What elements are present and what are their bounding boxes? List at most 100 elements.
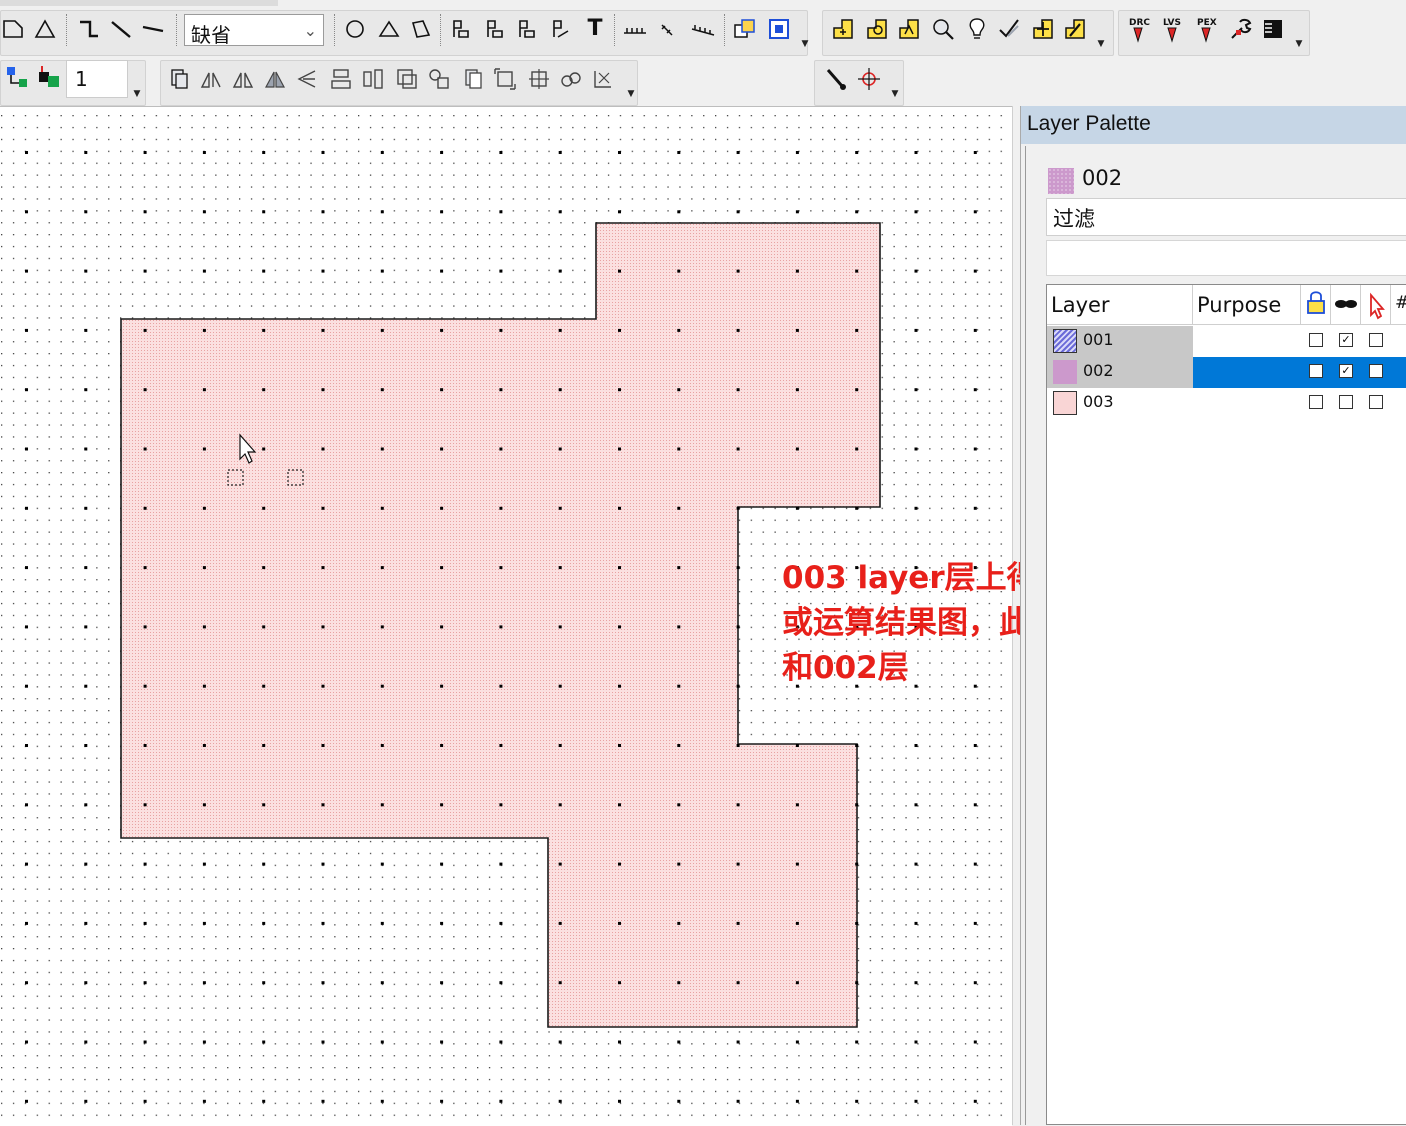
stack-icon[interactable] [460, 66, 486, 92]
secondary-toolbar: 1 ▼ ▼ ▼ [0, 56, 1406, 108]
measure-icon[interactable] [590, 66, 616, 92]
rotate-left-icon[interactable] [294, 66, 320, 92]
rect-draw-icon[interactable] [0, 16, 26, 42]
current-layer-name: 002 [1082, 166, 1123, 190]
polygon-draw-icon[interactable] [32, 16, 58, 42]
column-header-selectable[interactable] [1361, 285, 1391, 325]
wire-draw-icon[interactable] [140, 16, 166, 42]
toolbar-separator [176, 14, 179, 46]
layer-swatch-001 [1053, 329, 1077, 353]
column-header-purpose[interactable]: Purpose [1193, 285, 1301, 325]
align-middle-icon[interactable] [360, 66, 386, 92]
layer-row-002[interactable]: 002 ✓ [1047, 357, 1406, 388]
hierarchy-level-value: 1 [75, 67, 88, 91]
wrench-cell-icon[interactable] [1062, 16, 1088, 42]
toolbar-separator [614, 14, 617, 46]
text-icon[interactable]: T [582, 16, 608, 42]
layer-palette: Layer Palette 002 过滤 Layer Purpose # [1020, 106, 1406, 1125]
toolbar-overflow-icon[interactable]: ▼ [626, 88, 636, 100]
circle-draw-icon[interactable] [342, 16, 368, 42]
layer-palette-titlebar[interactable]: Layer Palette [1021, 106, 1406, 144]
toolbar-separator [66, 14, 69, 46]
net-highlight-icon[interactable] [856, 66, 882, 92]
hierarchy-up-icon[interactable] [36, 64, 62, 90]
center-cell-icon[interactable] [526, 66, 552, 92]
layer-table: Layer Purpose # 001 ✓ [1046, 284, 1406, 1125]
main-toolbar: 缺省 ⌄ T ▼ ▼ DRC LVS PEX ▼ [0, 6, 1406, 58]
ruler-icon-2[interactable] [656, 16, 682, 42]
ruler-icon-1[interactable] [622, 16, 648, 42]
cell-icon-2[interactable] [864, 16, 890, 42]
align-center-icon[interactable] [328, 66, 354, 92]
select-box-icon[interactable] [766, 16, 792, 42]
layer-visible-checkbox[interactable]: ✓ [1339, 364, 1353, 378]
toolbar-overflow-icon[interactable]: ▼ [1096, 38, 1106, 50]
hierarchy-down-icon[interactable] [4, 64, 30, 90]
layer-palette-title: Layer Palette [1027, 112, 1151, 135]
toolbar-separator [334, 14, 337, 46]
layer-visible-checkbox[interactable]: ✓ [1339, 333, 1353, 347]
pin-icon-4[interactable] [548, 16, 574, 42]
layer-swatch-003 [1053, 391, 1077, 415]
layer-filter-field[interactable]: 过滤 [1046, 198, 1406, 236]
layer-selectable-checkbox[interactable] [1369, 333, 1383, 347]
group-icon[interactable] [394, 66, 420, 92]
drc-label: DRC [1129, 18, 1150, 28]
path-draw-icon[interactable] [76, 16, 102, 42]
pin-icon-2[interactable] [482, 16, 508, 42]
triangle-draw-icon[interactable] [376, 16, 402, 42]
pin-icon-1[interactable] [448, 16, 474, 42]
pin-icon-3[interactable] [514, 16, 540, 42]
current-layer-swatch[interactable] [1048, 168, 1074, 194]
layer-name: 001 [1083, 330, 1114, 349]
ruler-icon-3[interactable] [690, 16, 716, 42]
layer-selectable-checkbox[interactable] [1369, 395, 1383, 409]
mirror-x-icon[interactable] [198, 66, 224, 92]
link-icon[interactable] [558, 66, 584, 92]
drc-icon[interactable]: DRC [1128, 16, 1154, 43]
cell-icon-3[interactable] [896, 16, 922, 42]
black-box-icon[interactable] [1260, 16, 1286, 42]
layer-row-003[interactable]: 003 [1047, 388, 1406, 419]
toolbar-separator [440, 14, 443, 46]
bounding-box-icon[interactable] [492, 66, 518, 92]
layer-filter-secondary-field[interactable] [1046, 240, 1406, 276]
lock-icon [1307, 291, 1325, 314]
hierarchy-level-field[interactable]: 1 [66, 60, 128, 98]
column-header-label: Layer [1051, 293, 1110, 317]
toolbar-overflow-icon[interactable]: ▼ [800, 38, 810, 50]
lvs-icon[interactable]: LVS [1162, 16, 1188, 43]
check-edit-icon[interactable] [996, 16, 1022, 42]
layer-lock-checkbox[interactable] [1309, 395, 1323, 409]
cell-icon-1[interactable] [830, 16, 856, 42]
layer-row-001[interactable]: 001 ✓ [1047, 326, 1406, 357]
copy-icon[interactable] [166, 66, 192, 92]
ungroup-icon[interactable] [426, 66, 452, 92]
style-combo-value: 缺省 [191, 23, 231, 47]
line-draw-icon[interactable] [108, 16, 134, 42]
layer-lock-checkbox[interactable] [1309, 333, 1323, 347]
style-combo[interactable]: 缺省 ⌄ [184, 14, 324, 47]
pex-icon[interactable]: PEX [1196, 16, 1222, 43]
layer-selectable-checkbox[interactable] [1369, 364, 1383, 378]
align-cell-icon[interactable] [1030, 16, 1056, 42]
toolbar-overflow-icon[interactable]: ▼ [132, 88, 142, 100]
copy-view-icon[interactable] [732, 16, 758, 42]
layer-visible-checkbox[interactable] [1339, 395, 1353, 409]
visibility-icon [1335, 300, 1357, 308]
flip-icon[interactable] [262, 66, 288, 92]
column-header-lock[interactable] [1301, 285, 1331, 325]
column-header-layer[interactable]: Layer [1047, 285, 1193, 325]
toolbar-overflow-icon[interactable]: ▼ [1294, 38, 1304, 50]
mirror-y-icon[interactable] [230, 66, 256, 92]
probe-icon[interactable] [824, 66, 850, 92]
ellipse-draw-icon[interactable] [408, 16, 434, 42]
column-header-visible[interactable] [1331, 285, 1361, 325]
toolbar-overflow-icon[interactable]: ▼ [890, 88, 900, 100]
column-header-number[interactable]: # [1391, 285, 1406, 325]
zoom-cell-icon[interactable] [930, 16, 956, 42]
layer-name: 003 [1083, 392, 1114, 411]
settings-wrench-icon[interactable] [1228, 16, 1254, 42]
bulb-icon[interactable] [964, 16, 990, 42]
layer-lock-checkbox[interactable] [1309, 364, 1323, 378]
